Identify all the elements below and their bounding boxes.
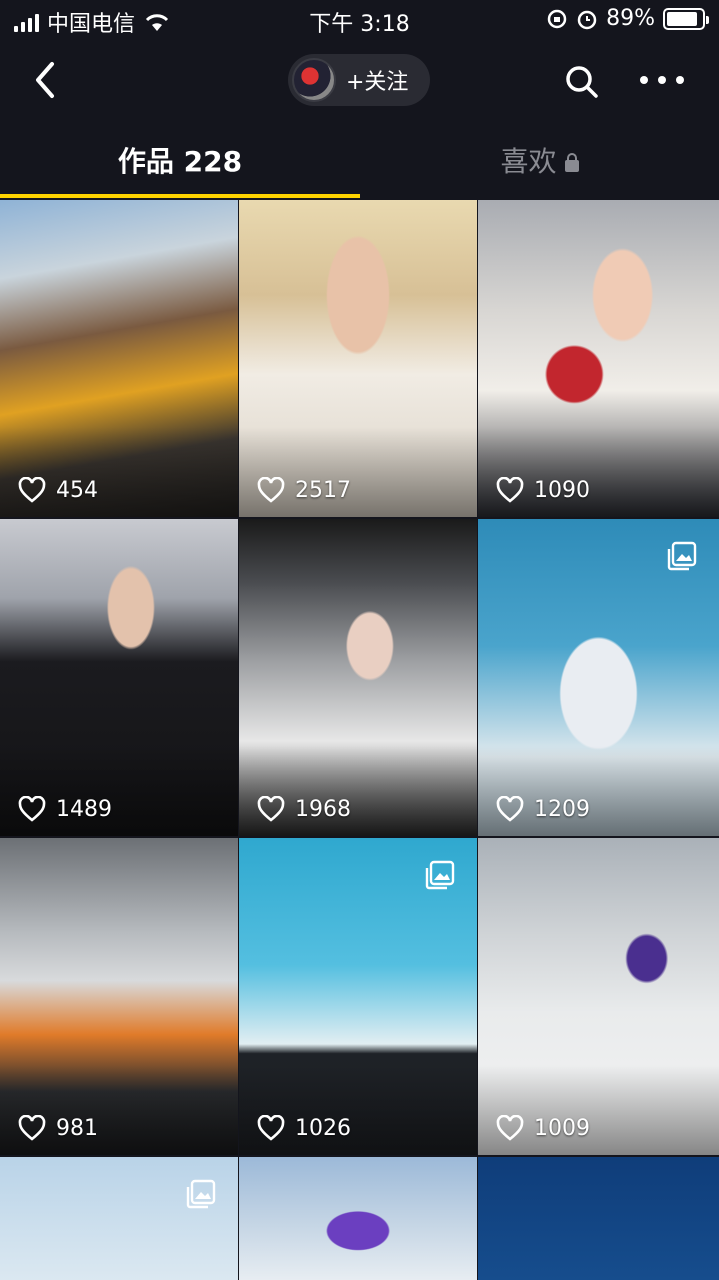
- heart-icon: [496, 477, 524, 503]
- like-count: 1968: [257, 796, 351, 822]
- tab-likes[interactable]: 喜欢: [360, 140, 719, 180]
- video-thumbnail[interactable]: 1489: [0, 519, 238, 836]
- gallery-icon: [667, 541, 697, 571]
- tab-indicator: [0, 194, 360, 198]
- heart-icon: [257, 796, 285, 822]
- video-thumbnail[interactable]: 1009: [478, 838, 719, 1155]
- back-icon[interactable]: [28, 58, 68, 102]
- gallery-icon: [425, 860, 455, 890]
- heart-icon: [257, 1115, 285, 1141]
- like-count-value: 1090: [534, 477, 590, 503]
- heart-icon: [18, 477, 46, 503]
- like-count-value: 1209: [534, 796, 590, 822]
- like-count-value: 981: [56, 1115, 98, 1141]
- video-thumbnail[interactable]: 454: [0, 200, 238, 517]
- follow-button[interactable]: +关注: [288, 54, 430, 106]
- tab-works[interactable]: 作品 228: [0, 140, 360, 180]
- status-right: 89%: [546, 6, 709, 31]
- video-thumbnail[interactable]: 1968: [239, 519, 477, 836]
- like-count: 1009: [496, 1115, 590, 1141]
- video-thumbnail[interactable]: [0, 1157, 238, 1280]
- more-icon[interactable]: [640, 72, 684, 88]
- video-thumbnail[interactable]: 981: [0, 838, 238, 1155]
- like-count-value: 1489: [56, 796, 112, 822]
- like-count: 981: [18, 1115, 98, 1141]
- like-count-value: 1026: [295, 1115, 351, 1141]
- battery-icon: [663, 7, 709, 30]
- video-thumbnail[interactable]: [478, 1157, 719, 1280]
- like-count: 1489: [18, 796, 112, 822]
- top-nav: +关注: [0, 48, 719, 114]
- battery-fill: [667, 11, 698, 26]
- like-count-value: 1968: [295, 796, 351, 822]
- alarm-icon: [577, 10, 597, 29]
- lock-icon: [564, 153, 579, 172]
- like-count: 454: [18, 477, 98, 503]
- video-thumbnail[interactable]: 1026: [239, 838, 477, 1155]
- gallery-icon: [186, 1179, 216, 1209]
- video-thumbnail[interactable]: 2517: [239, 200, 477, 517]
- avatar[interactable]: [292, 58, 336, 102]
- follow-label: +关注: [346, 70, 409, 95]
- video-thumbnail[interactable]: 1209: [478, 519, 719, 836]
- heart-icon: [18, 796, 46, 822]
- like-count-value: 454: [56, 477, 98, 503]
- like-count: 1026: [257, 1115, 351, 1141]
- status-bar: 中国电信 下午 3:18 89%: [0, 0, 719, 40]
- video-grid: 454 2517 1090 1489 1968 1209 981 1026 10…: [0, 200, 719, 1280]
- heart-icon: [18, 1115, 46, 1141]
- video-thumbnail[interactable]: 1090: [478, 200, 719, 517]
- like-count: 1090: [496, 477, 590, 503]
- heart-icon: [496, 796, 524, 822]
- video-thumbnail[interactable]: [239, 1157, 477, 1280]
- tab-works-label: 作品 228: [117, 145, 243, 178]
- search-icon[interactable]: [562, 62, 602, 102]
- heart-icon: [496, 1115, 524, 1141]
- tab-likes-label: 喜欢: [500, 145, 557, 178]
- battery-percent: 89%: [606, 6, 655, 31]
- profile-tabs: 作品 228 喜欢: [0, 128, 719, 198]
- orientation-lock-icon: [547, 9, 567, 28]
- heart-icon: [257, 477, 285, 503]
- like-count-value: 1009: [534, 1115, 590, 1141]
- like-count-value: 2517: [295, 477, 351, 503]
- like-count: 1209: [496, 796, 590, 822]
- like-count: 2517: [257, 477, 351, 503]
